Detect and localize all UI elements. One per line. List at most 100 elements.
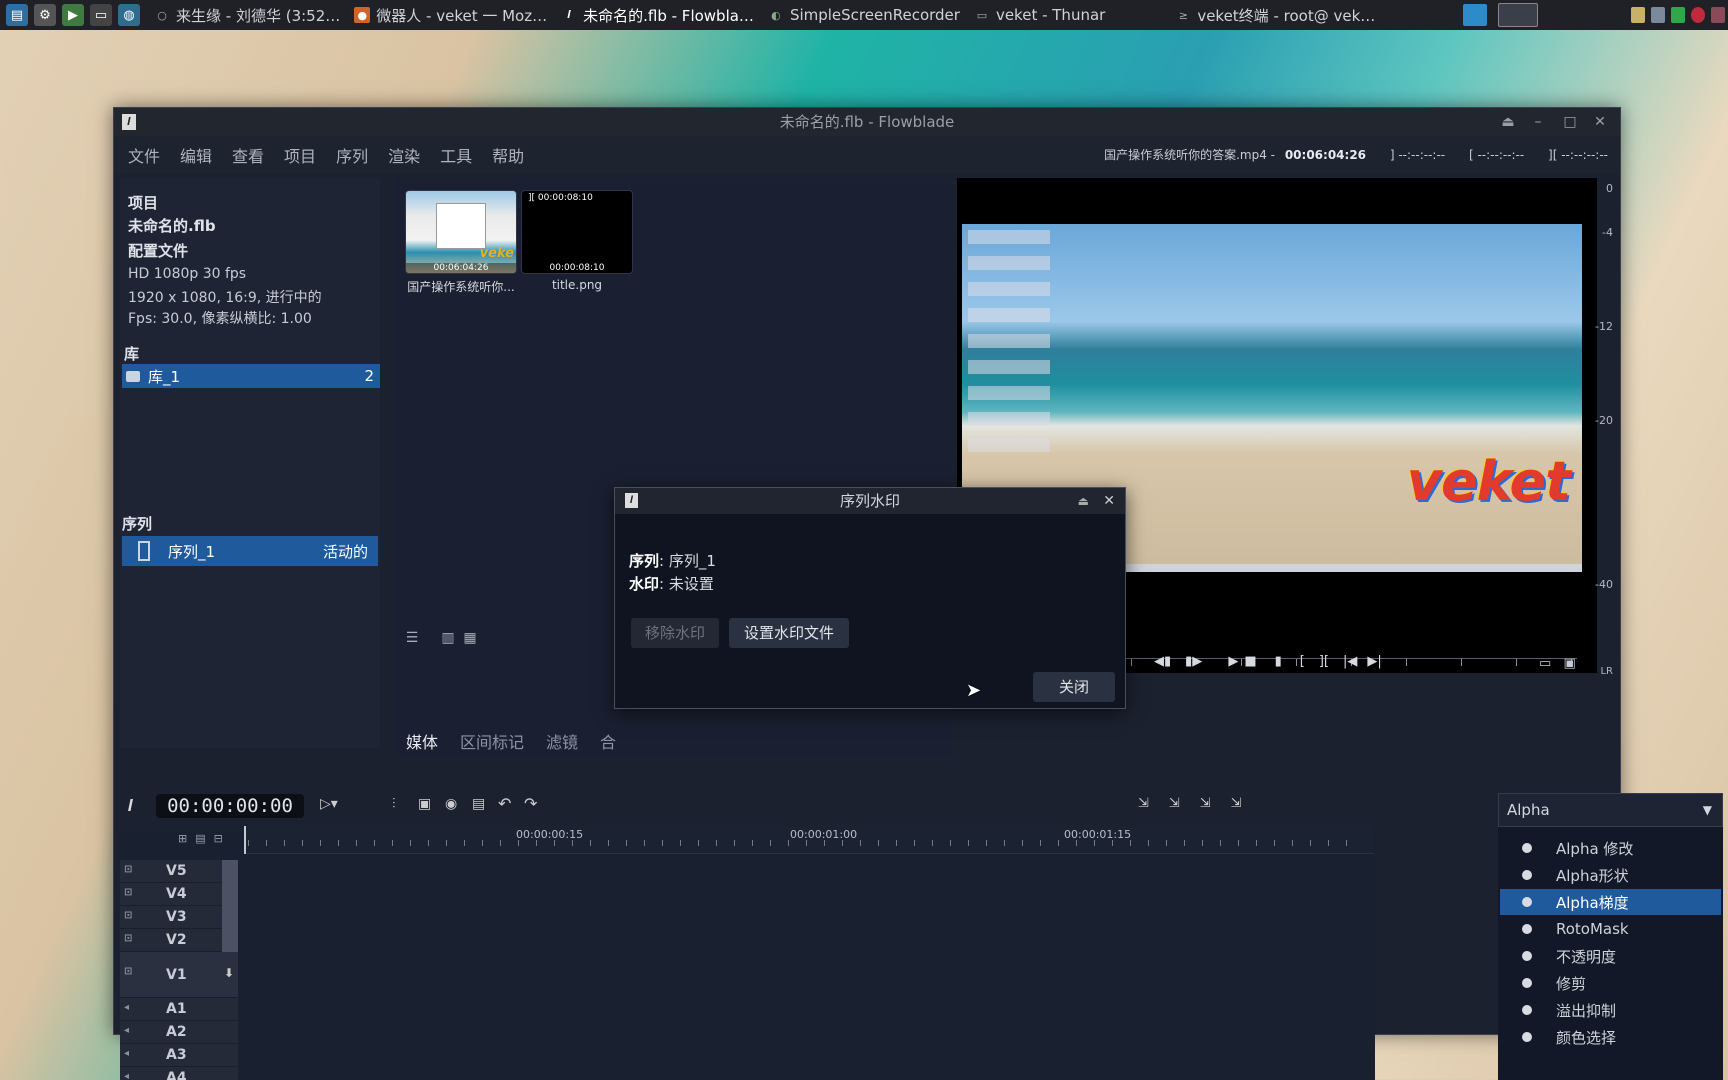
filter-item[interactable]: Alpha 修改 — [1500, 835, 1721, 861]
set-watermark-file-button[interactable]: 设置水印文件 — [729, 618, 849, 648]
task-firefox[interactable]: ● 微器人 - veket 一 Moz… — [354, 5, 547, 26]
task-terminal[interactable]: ≥ veket终端 - root@ vek… — [1175, 5, 1376, 26]
capture-icon[interactable]: ◉ — [445, 796, 457, 812]
track-v4[interactable]: ⊡ V4 — [120, 883, 238, 906]
menu-help[interactable]: 帮助 — [492, 143, 524, 167]
track-switch[interactable] — [222, 883, 238, 906]
menu-sequence[interactable]: 序列 — [336, 143, 368, 167]
speaker-icon[interactable]: ◂ — [124, 1071, 134, 1080]
track-v2[interactable]: ⊡ V2 — [120, 929, 238, 952]
small-thumbs-icon[interactable]: ▥ — [440, 630, 456, 646]
mark-out-icon[interactable]: [ — [1300, 654, 1305, 669]
track-a1[interactable]: ◂ A1 — [120, 998, 238, 1021]
clipboard-icon[interactable] — [1631, 7, 1645, 23]
tab-media[interactable]: 媒体 — [406, 729, 438, 753]
track-switch[interactable] — [222, 860, 238, 883]
tray-app-icon[interactable] — [1711, 7, 1725, 23]
to-mark-in-icon[interactable]: |◀ — [1343, 654, 1357, 669]
render-queue-icon[interactable]: ▤ — [472, 796, 485, 812]
mixer-icon[interactable]: ⫶ — [392, 796, 396, 812]
play-icon[interactable]: ▶ — [1228, 654, 1238, 669]
close-button[interactable]: 关闭 — [1033, 672, 1115, 702]
menu-file[interactable]: 文件 — [128, 143, 160, 167]
track-switch[interactable] — [222, 906, 238, 929]
active-track-arrow-icon[interactable]: ⬇ — [224, 966, 234, 980]
large-thumbs-icon[interactable]: ▦ — [462, 630, 478, 646]
track-v5[interactable]: ⊡ V5 — [120, 860, 238, 883]
undo-icon[interactable]: ↶ — [498, 794, 511, 813]
lock-icon[interactable]: ⊡ — [124, 933, 134, 947]
menu-view[interactable]: 查看 — [232, 143, 264, 167]
maximize-icon[interactable]: □ — [1556, 108, 1584, 136]
sequence-row[interactable]: 序列_1 活动的 — [122, 536, 378, 566]
tab-compositors[interactable]: 合 — [600, 729, 616, 753]
media-clip-image[interactable]: ][ 00:00:08:10 00:00:08:10 — [521, 190, 633, 274]
arrow-icon[interactable]: ▶ — [62, 4, 84, 26]
prev-frame-icon[interactable]: ◀▮ — [1154, 654, 1171, 669]
task-flowblade[interactable]: 𝑰 未命名的.flb - Flowbla… — [561, 5, 754, 26]
track-a3[interactable]: ◂ A3 — [120, 1044, 238, 1067]
globe-icon[interactable]: ◍ — [118, 4, 140, 26]
workspace-2-icon[interactable] — [1498, 3, 1538, 27]
playhead-icon[interactable] — [244, 826, 246, 854]
remove-watermark-button[interactable]: 移除水印 — [631, 618, 719, 648]
filter-category-select[interactable]: Alpha ▼ — [1498, 793, 1723, 827]
task-screen-recorder[interactable]: ◐ SimpleScreenRecorder — [768, 6, 960, 24]
timeline-ruler[interactable]: 00:00:00:15 00:00:01:00 00:00:01:15 — [244, 826, 1374, 854]
track-a2[interactable]: ◂ A2 — [120, 1021, 238, 1044]
filter-item[interactable]: Alpha形状 — [1500, 862, 1721, 888]
shade-icon[interactable]: ⏏ — [1494, 108, 1522, 136]
trim-view-icon[interactable]: ▣ — [1563, 656, 1575, 671]
pointer-tool-icon[interactable]: ▷▾ — [320, 796, 338, 812]
menu-render[interactable]: 渲染 — [388, 143, 420, 167]
mark-in-icon[interactable]: ▮ — [1275, 654, 1282, 669]
task-music-player[interactable]: ○ 来生缘 - 刘德华 (3:52… — [154, 5, 340, 26]
tab-filters[interactable]: 滤镜 — [546, 729, 578, 753]
lock-icon[interactable]: ⊡ — [124, 864, 134, 878]
media-clip-video[interactable]: veke 00:06:04:26 — [405, 190, 517, 274]
shade-icon[interactable]: ⏏ — [1078, 488, 1089, 514]
close-icon[interactable]: ✕ — [1103, 488, 1115, 514]
redo-icon[interactable]: ↷ — [524, 794, 537, 813]
track-switch[interactable] — [222, 929, 238, 952]
track-a4[interactable]: ◂ A4 — [120, 1067, 238, 1080]
edit-tools[interactable]: ⇲⇲⇲⇲ — [1138, 796, 1262, 811]
menu-icon[interactable]: ▤ — [6, 4, 28, 26]
settings-icon[interactable]: ⚙ — [34, 4, 56, 26]
lock-icon[interactable]: ⊡ — [124, 910, 134, 924]
sequence-label: 序列 — [629, 552, 660, 570]
filter-item[interactable]: 修剪 — [1500, 970, 1721, 996]
task-thunar[interactable]: ▭ veket - Thunar — [974, 6, 1106, 24]
menu-edit[interactable]: 编辑 — [180, 143, 212, 167]
terminal-icon[interactable]: ▭ — [90, 4, 112, 26]
close-icon[interactable]: ✕ — [1586, 108, 1614, 136]
compare-icon[interactable]: ▭ — [1539, 656, 1551, 671]
stop-icon[interactable]: ■ — [1244, 654, 1256, 669]
filter-item[interactable]: 不透明度 — [1500, 943, 1721, 969]
titler-icon[interactable]: ▣ — [418, 796, 431, 812]
filter-item[interactable]: 溢出抑制 — [1500, 997, 1721, 1023]
power-icon[interactable] — [1691, 7, 1705, 23]
filter-item[interactable]: RotoMask — [1500, 916, 1721, 942]
minimize-icon[interactable]: – — [1524, 108, 1552, 136]
clear-marks-icon[interactable]: ][ — [1319, 654, 1329, 669]
filter-item[interactable]: Alpha梯度 — [1500, 889, 1721, 915]
bin-row[interactable]: 库_1 2 — [122, 364, 380, 388]
tab-range-log[interactable]: 区间标记 — [460, 729, 524, 753]
filter-item[interactable]: 颜色选择 — [1500, 1024, 1721, 1050]
next-frame-icon[interactable]: ▮▶ — [1185, 654, 1202, 669]
workspace-1-icon[interactable] — [1463, 4, 1487, 26]
track-v3[interactable]: ⊡ V3 — [120, 906, 238, 929]
to-mark-out-icon[interactable]: ▶| — [1367, 654, 1381, 669]
speaker-icon[interactable]: ◂ — [124, 1048, 134, 1062]
speaker-icon[interactable]: ◂ — [124, 1002, 134, 1016]
track-v1[interactable]: ⊡ V1 ⬇ — [120, 952, 238, 998]
speaker-icon[interactable]: ◂ — [124, 1025, 134, 1039]
lock-icon[interactable]: ⊡ — [124, 966, 134, 980]
menu-project[interactable]: 项目 — [284, 143, 316, 167]
list-menu-icon[interactable]: ☰ — [404, 630, 420, 646]
lock-icon[interactable]: ⊡ — [124, 887, 134, 901]
battery-icon[interactable] — [1671, 7, 1685, 23]
menu-tools[interactable]: 工具 — [440, 143, 472, 167]
network-icon[interactable] — [1651, 7, 1665, 23]
